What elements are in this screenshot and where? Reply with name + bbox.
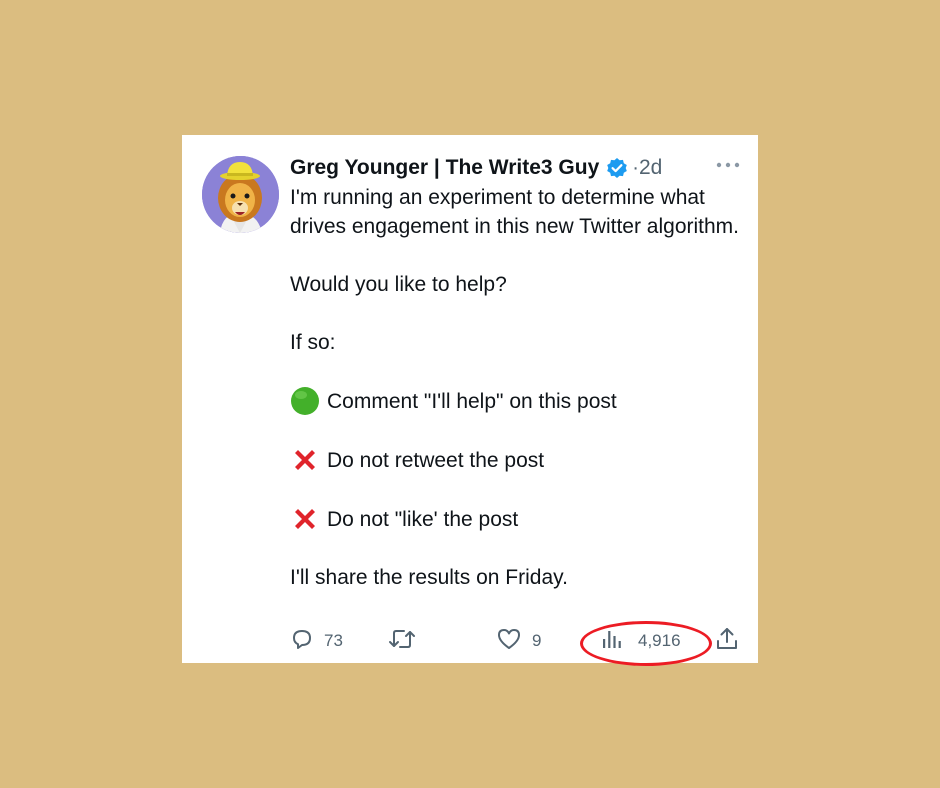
tweet-list-item: Comment "I'll help" on this post [290, 386, 740, 416]
lion-avatar-illustration [202, 156, 279, 233]
share-button[interactable] [714, 625, 740, 657]
views-button[interactable]: 4,916 [600, 625, 681, 657]
reply-button[interactable]: 73 [290, 625, 343, 657]
list-item-text: Do not "like' the post [327, 507, 519, 531]
like-count: 9 [532, 631, 542, 650]
reply-count: 73 [324, 631, 343, 650]
avatar[interactable] [202, 156, 279, 233]
heart-icon [496, 627, 522, 656]
post-time[interactable]: 2d [639, 156, 662, 180]
retweet-icon [388, 627, 416, 656]
list-item-text: Comment "I'll help" on this post [327, 389, 617, 413]
tweet-paragraph: Would you like to help? [290, 273, 507, 296]
bar-chart-icon [600, 627, 624, 656]
tweet-card: Greg Younger | The Write3 Guy · 2d I'm r… [182, 135, 758, 666]
tweet-list-item: Do not "like' the post [290, 504, 740, 534]
reply-bubble-icon [290, 627, 314, 656]
red-cross-emoji-icon [290, 504, 320, 534]
list-item-text: Do not retweet the post [327, 448, 545, 472]
tweet-list-item: Do not retweet the post [290, 445, 740, 475]
retweet-button[interactable] [388, 625, 416, 657]
like-button[interactable]: 9 [496, 625, 541, 657]
tweet-paragraph: I'm running an experiment to determine w… [290, 186, 739, 238]
green-circle-emoji-icon [290, 386, 320, 416]
tweet-paragraph: I'll share the results on Friday. [290, 566, 568, 589]
views-count: 4,916 [638, 631, 681, 650]
share-upload-icon [714, 626, 740, 657]
more-horizontal-icon[interactable] [714, 157, 742, 173]
tweet-header: Greg Younger | The Write3 Guy · 2d [290, 153, 662, 183]
verified-badge-icon [606, 157, 628, 179]
tweet-actions-bar: 73 9 4,916 [290, 625, 750, 657]
header-separator: · [632, 156, 639, 179]
author-name[interactable]: Greg Younger | The Write3 Guy [290, 156, 599, 180]
tweet-text: I'm running an experiment to determine w… [290, 183, 740, 592]
red-cross-emoji-icon [290, 445, 320, 475]
tweet-paragraph: If so: [290, 331, 336, 354]
